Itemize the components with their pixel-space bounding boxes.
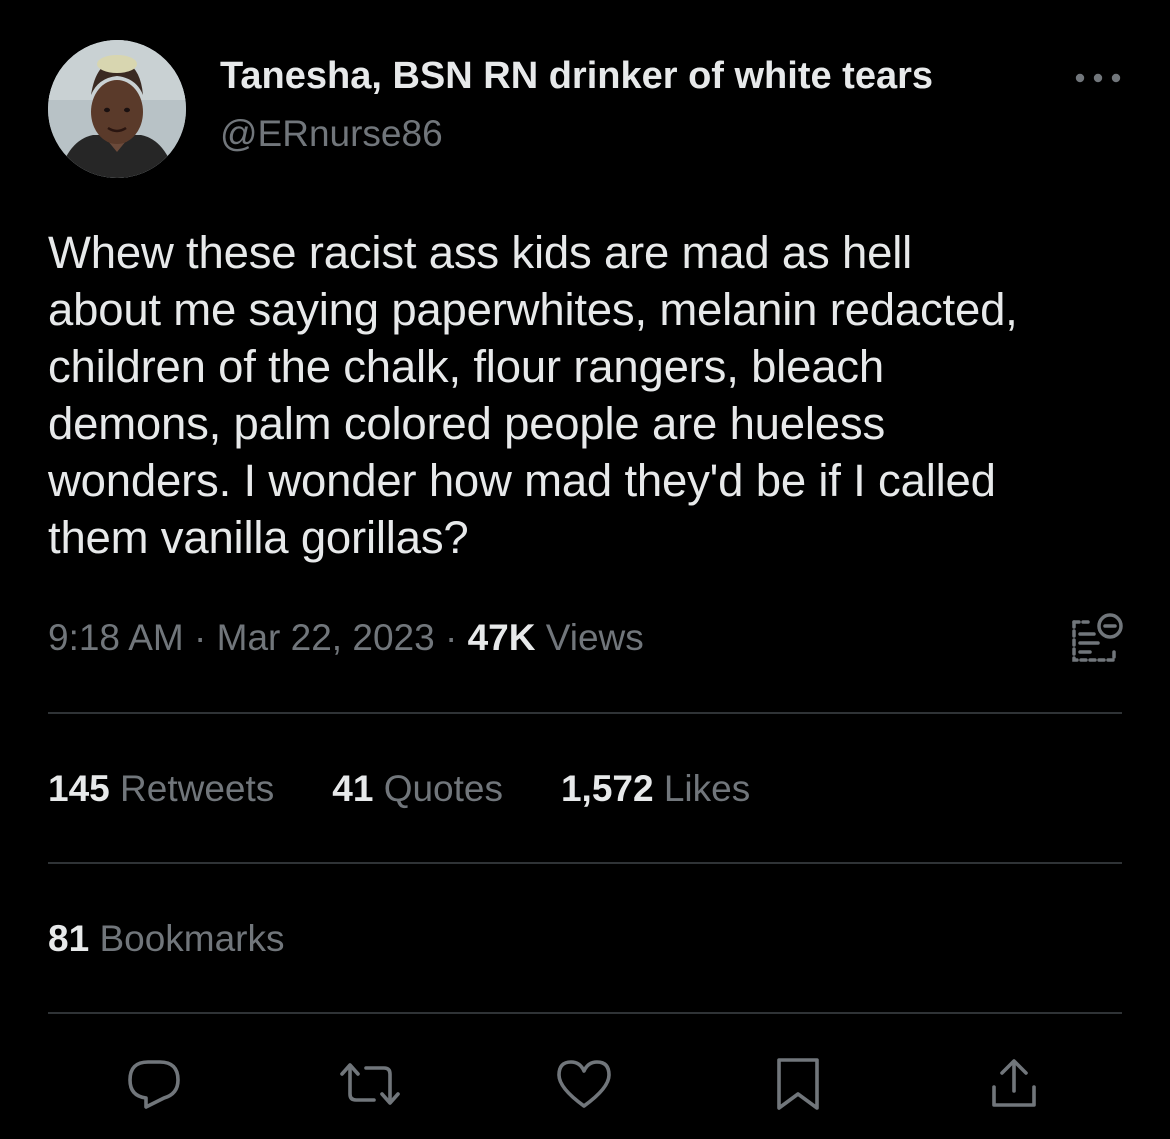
divider xyxy=(48,1012,1122,1014)
more-options-button[interactable] xyxy=(1072,60,1124,96)
bookmarks-stats: 81 Bookmarks xyxy=(48,913,343,965)
tweet-time[interactable]: 9:18 AM xyxy=(48,617,184,658)
retweets-count: 145 xyxy=(48,768,110,809)
share-button[interactable] xyxy=(982,1052,1046,1116)
engagement-stats: 145 Retweets 41 Quotes 1,572 Likes xyxy=(48,763,808,815)
meta-separator: · xyxy=(444,617,458,658)
retweets-stat[interactable]: 145 Retweets xyxy=(48,768,274,810)
share-icon xyxy=(992,1059,1036,1107)
analytics-icon xyxy=(1072,613,1123,662)
meta-separator: · xyxy=(194,617,207,658)
bookmarks-count: 81 xyxy=(48,918,90,959)
profile-photo xyxy=(48,40,186,178)
likes-stat[interactable]: 1,572 Likes xyxy=(561,768,750,810)
tweet-metadata: 9:18 AM · Mar 22, 2023 · 47K Views xyxy=(48,613,644,663)
bookmarks-stat[interactable]: 81 Bookmarks xyxy=(48,918,285,960)
retweets-label: Retweets xyxy=(120,768,275,809)
quotes-label: Quotes xyxy=(383,768,503,809)
retweet-button[interactable] xyxy=(338,1052,402,1116)
like-button[interactable] xyxy=(552,1052,616,1116)
likes-label: Likes xyxy=(663,768,751,809)
quotes-count: 41 xyxy=(332,768,374,809)
bookmarks-label: Bookmarks xyxy=(99,918,285,959)
tweet-text: Whew these racist ass kids are mad as he… xyxy=(48,227,1018,563)
bookmark-icon xyxy=(777,1058,819,1110)
more-horizontal-icon xyxy=(1075,73,1121,83)
author-display-name[interactable]: Tanesha, BSN RN drinker of white tears xyxy=(220,53,933,99)
view-analytics-button[interactable] xyxy=(1068,610,1124,668)
author-avatar[interactable] xyxy=(48,40,186,178)
quotes-stat[interactable]: 41 Quotes xyxy=(332,768,503,810)
author-handle[interactable]: @ERnurse86 xyxy=(220,112,443,156)
reply-icon xyxy=(128,1060,180,1109)
likes-count: 1,572 xyxy=(560,768,654,809)
divider xyxy=(48,862,1122,864)
views-label: Views xyxy=(545,617,644,658)
views-count: 47K xyxy=(467,617,536,658)
like-icon xyxy=(557,1060,611,1108)
bookmark-button[interactable] xyxy=(766,1052,830,1116)
reply-button[interactable] xyxy=(122,1052,186,1116)
tweet-date[interactable]: Mar 22, 2023 xyxy=(217,617,435,658)
retweet-icon xyxy=(340,1063,400,1105)
divider xyxy=(48,712,1122,714)
